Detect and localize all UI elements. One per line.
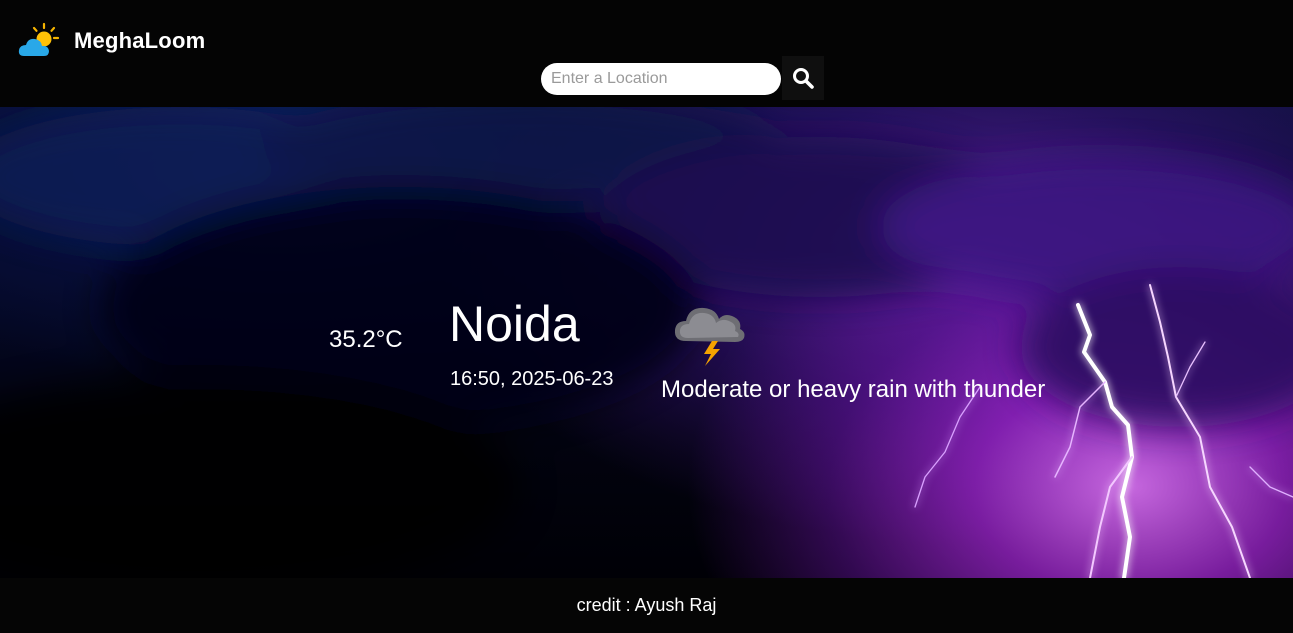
- temperature: 35.2°C: [329, 326, 403, 353]
- credit-text: credit : Ayush Raj: [576, 595, 717, 615]
- sun-behind-cloud-icon: [18, 22, 60, 56]
- storm-background: [0, 107, 1293, 578]
- thunderstorm-cloud-icon: [674, 307, 745, 366]
- brand[interactable]: MeghaLoom: [18, 22, 205, 60]
- city-name: Noida: [449, 296, 580, 352]
- weather-hero: 35.2°C Noida 16:50, 2025-06-23 Moderate …: [0, 107, 1293, 578]
- footer: credit : Ayush Raj: [0, 578, 1293, 633]
- local-datetime: 16:50, 2025-06-23: [450, 368, 614, 390]
- brand-name: MeghaLoom: [74, 28, 206, 53]
- weather-condition: Moderate or heavy rain with thunder: [661, 376, 1046, 403]
- search-icon: [793, 68, 814, 89]
- search-bar: [541, 56, 824, 100]
- search-input[interactable]: [541, 63, 781, 95]
- search-button[interactable]: [782, 56, 824, 100]
- top-bar: MeghaLoom: [0, 0, 1293, 107]
